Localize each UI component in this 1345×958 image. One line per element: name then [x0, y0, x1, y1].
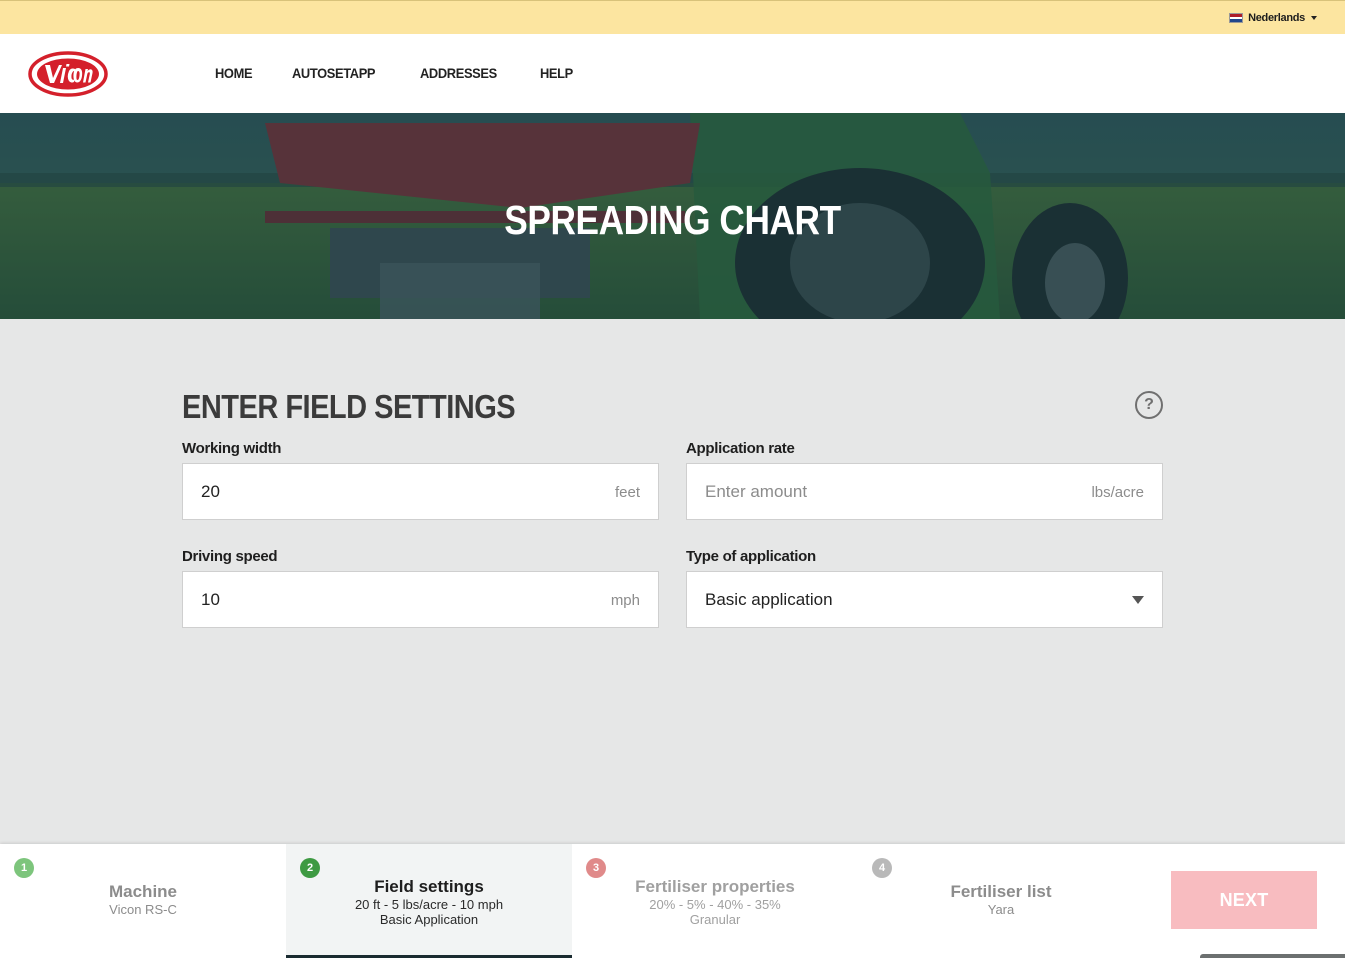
chevron-down-icon: [1132, 596, 1144, 604]
step-2-badge: 2: [300, 858, 320, 878]
working-width-input[interactable]: [183, 464, 658, 519]
site-header: HOME AUTOSETAPP ADDRESSES HELP: [0, 34, 1345, 113]
wizard-steps: 1 Machine Vicon RS-C 2 Field settings 20…: [0, 844, 1345, 958]
form-title: ENTER FIELD SETTINGS: [182, 388, 516, 425]
nav-addresses[interactable]: ADDRESSES: [420, 65, 497, 81]
driving-speed-unit: mph: [610, 592, 640, 609]
step-field-settings[interactable]: 2 Field settings 20 ft - 5 lbs/acre - 10…: [286, 844, 572, 958]
hero-banner: SPREADING CHART: [0, 113, 1345, 319]
step-1-title: Machine: [108, 882, 178, 901]
step-2-line-2: Basic Application: [379, 912, 479, 927]
step-3-title: Fertiliser properties: [635, 877, 795, 896]
working-width-label: Working width: [182, 440, 282, 457]
driving-speed-field: mph: [182, 571, 659, 628]
step-machine[interactable]: 1 Machine Vicon RS-C: [0, 844, 286, 958]
page-title: SPREADING CHART: [504, 197, 841, 243]
step-3-line-1: 20% - 5% - 40% - 35%: [649, 897, 781, 912]
bottom-corner-bar: [1200, 954, 1345, 958]
netherlands-flag-icon: [1229, 13, 1244, 23]
step-2-title: Field settings: [374, 877, 484, 896]
language-selector[interactable]: Nederlands: [1229, 12, 1317, 24]
application-type-select[interactable]: Basic application: [686, 571, 1163, 628]
step-3-badge: 3: [586, 858, 606, 878]
working-width-unit: feet: [614, 484, 640, 501]
step-1-line-1: Vicon RS-C: [109, 902, 177, 917]
next-button[interactable]: NEXT: [1171, 871, 1317, 929]
application-type-label: Type of application: [686, 548, 816, 565]
working-width-field: feet: [182, 463, 659, 520]
caret-down-icon: [1311, 16, 1317, 20]
step-4-title: Fertiliser list: [950, 882, 1052, 901]
application-rate-label: Application rate: [686, 440, 795, 457]
nav-autosetapp[interactable]: AUTOSETAPP: [292, 65, 376, 81]
step-3-line-2: Granular: [689, 912, 741, 927]
application-rate-field: lbs/acre: [686, 463, 1163, 520]
language-bar: Nederlands: [0, 0, 1345, 34]
driving-speed-label: Driving speed: [182, 548, 278, 565]
application-type-value: Basic application: [705, 590, 833, 609]
main-nav: HOME AUTOSETAPP ADDRESSES HELP: [215, 65, 576, 81]
step-4-line-1: Yara: [987, 902, 1015, 917]
step-1-badge: 1: [14, 858, 34, 878]
step-fertiliser-properties[interactable]: 3 Fertiliser properties 20% - 5% - 40% -…: [572, 844, 858, 958]
help-icon[interactable]: ?: [1135, 391, 1163, 419]
driving-speed-input[interactable]: [183, 572, 658, 627]
step-2-line-1: 20 ft - 5 lbs/acre - 10 mph: [354, 897, 504, 912]
language-label: Nederlands: [1248, 12, 1305, 24]
nav-home[interactable]: HOME: [215, 65, 253, 81]
vicon-logo[interactable]: [28, 51, 108, 97]
step-fertiliser-list[interactable]: 4 Fertiliser list Yara: [858, 844, 1144, 958]
application-rate-unit: lbs/acre: [1091, 484, 1144, 501]
nav-help[interactable]: HELP: [540, 65, 573, 81]
step-4-badge: 4: [872, 858, 892, 878]
